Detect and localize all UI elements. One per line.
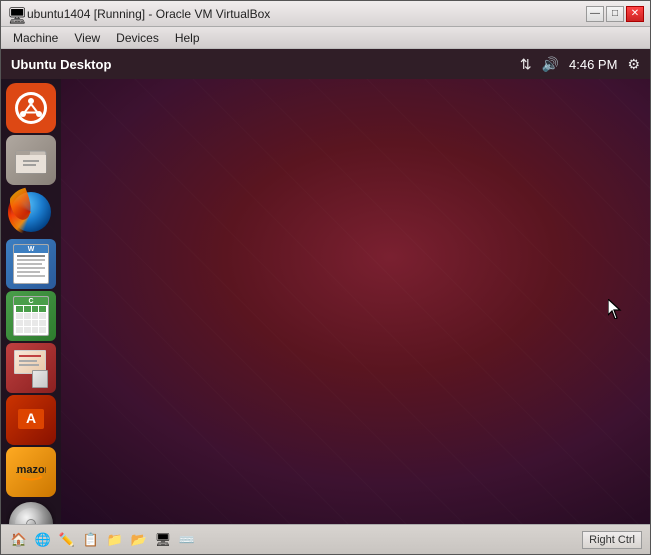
minimize-button[interactable]: —	[586, 6, 604, 22]
launcher-software-center[interactable]: A	[6, 395, 56, 445]
menu-view[interactable]: View	[66, 29, 108, 47]
mouse-cursor	[608, 299, 620, 317]
menu-help[interactable]: Help	[167, 29, 208, 47]
taskbar-icon-edit[interactable]: ✏️	[57, 530, 77, 550]
launcher-libreoffice-writer[interactable]: W	[6, 239, 56, 289]
menu-devices[interactable]: Devices	[108, 29, 167, 47]
title-bar-controls: — □ ✕	[586, 6, 644, 22]
launcher-firefox[interactable]	[6, 187, 56, 237]
volume-icon: 🔊	[542, 56, 559, 73]
ubuntu-logo-icon	[15, 92, 47, 124]
bottom-right-controls: Right Ctrl	[582, 531, 642, 549]
launcher-amazon[interactable]: amazon	[6, 447, 56, 497]
launcher-disc[interactable]	[6, 499, 56, 524]
ubuntu-top-right: ⇅ 🔊 4:46 PM ⚙	[520, 56, 640, 73]
window-title: ubuntu1404 [Running] - Oracle VM Virtual…	[27, 7, 270, 21]
svg-text:A: A	[26, 410, 36, 426]
ubuntu-top-bar: Ubuntu Desktop ⇅ 🔊 4:46 PM ⚙	[1, 49, 650, 79]
taskbar-icon-monitor[interactable]: 🖥	[153, 530, 173, 550]
virtualbox-window: 🖥 ubuntu1404 [Running] - Oracle VM Virtu…	[0, 0, 651, 555]
taskbar-icon-folder1[interactable]: 📁	[105, 530, 125, 550]
taskbar-icon-home[interactable]: 🏠	[9, 530, 29, 550]
unity-launcher: W C	[1, 79, 61, 524]
close-button[interactable]: ✕	[626, 6, 644, 22]
desktop-area: W C	[1, 79, 650, 524]
bottom-left-icons: 🏠 🌐 ✏️ 📋 📁 📂 🖥 ⌨️	[9, 530, 197, 550]
settings-gear-icon: ⚙	[627, 56, 640, 73]
taskbar-icon-keyboard[interactable]: ⌨️	[177, 530, 197, 550]
taskbar-icon-network[interactable]: 🌐	[33, 530, 53, 550]
launcher-libreoffice-calc[interactable]: C	[6, 291, 56, 341]
clock: 4:46 PM	[569, 57, 617, 72]
title-bar: 🖥 ubuntu1404 [Running] - Oracle VM Virtu…	[1, 1, 650, 27]
right-ctrl-button[interactable]: Right Ctrl	[582, 531, 642, 549]
desktop-background	[1, 79, 650, 524]
taskbar-icon-copy[interactable]: 📋	[81, 530, 101, 550]
launcher-ubuntu-home[interactable]	[6, 83, 56, 133]
bottom-taskbar: 🏠 🌐 ✏️ 📋 📁 📂 🖥 ⌨️ Right Ctrl	[1, 524, 650, 554]
arrows-icon: ⇅	[520, 56, 532, 73]
title-bar-left: 🖥 ubuntu1404 [Running] - Oracle VM Virtu…	[7, 6, 270, 22]
svg-text:amazon: amazon	[16, 464, 46, 476]
right-ctrl-label: Right Ctrl	[589, 534, 635, 546]
menu-bar: Machine View Devices Help	[1, 27, 650, 49]
launcher-files[interactable]	[6, 135, 56, 185]
app-icon: 🖥	[7, 6, 23, 22]
taskbar-icon-folder2[interactable]: 📂	[129, 530, 149, 550]
ubuntu-desktop-title: Ubuntu Desktop	[11, 57, 111, 72]
launcher-libreoffice-impress[interactable]	[6, 343, 56, 393]
maximize-button[interactable]: □	[606, 6, 624, 22]
menu-machine[interactable]: Machine	[5, 29, 66, 47]
